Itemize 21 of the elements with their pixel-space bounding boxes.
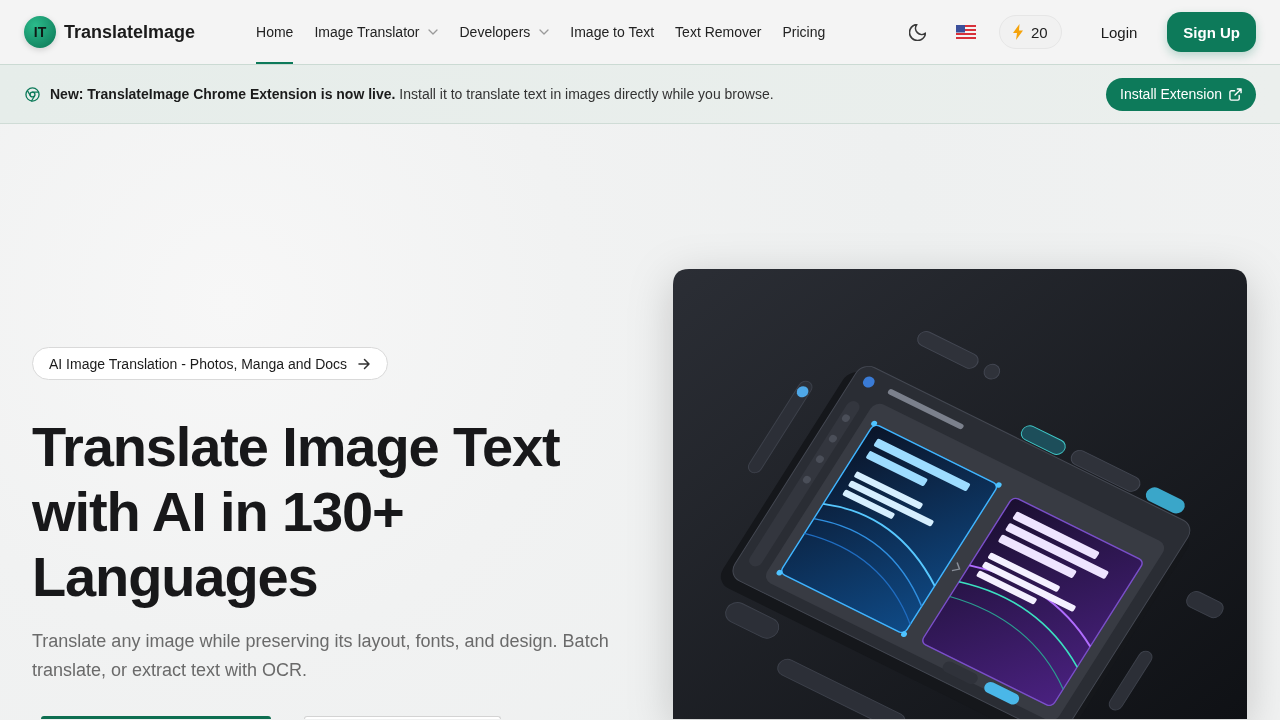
announcement-text: New: TranslateImage Chrome Extension is now live. Install it to translate text in images directly while you browse. (50, 86, 774, 102)
logo[interactable]: IT (24, 16, 56, 48)
install-extension-button[interactable]: Install Extension (1106, 77, 1256, 111)
brand-name[interactable]: TranslateImage (64, 21, 196, 43)
nav-link[interactable]: Pricing (782, 0, 826, 64)
external-link-icon (1229, 87, 1242, 101)
chrome-icon (25, 86, 40, 102)
feature-link[interactable]: AI Image Translation - Photos, Manga and Docs (32, 347, 389, 380)
lightning-icon (1012, 24, 1023, 40)
sign-up-button[interactable]: Sign Up (1167, 12, 1256, 52)
hero-heading: Translate Image Text with AI in 130+ Languages (32, 414, 561, 609)
us-flag-icon (955, 25, 976, 39)
moon-icon (909, 23, 927, 41)
login-button[interactable]: Login (1088, 14, 1150, 50)
arrow-right-icon (357, 356, 372, 371)
nav-link[interactable]: Image Translator (314, 0, 439, 64)
nav-link[interactable]: Text Remover (675, 0, 762, 64)
nav-link[interactable]: Developers (459, 0, 550, 64)
hero-description: Translate any image while preserving its layout, fonts, and design. Batch translate, or extract text with OCR. (32, 630, 610, 682)
credits-button[interactable]: 20 (998, 15, 1062, 49)
nav-link[interactable]: Image to Text (570, 0, 655, 64)
